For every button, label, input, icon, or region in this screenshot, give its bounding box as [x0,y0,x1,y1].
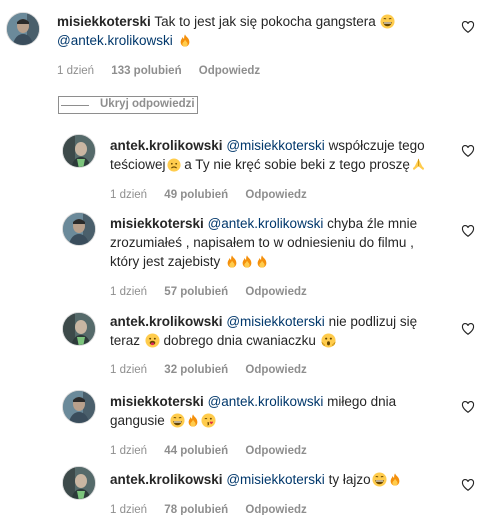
reply-likes[interactable]: 57 polubień [164,286,228,298]
like-heart-icon[interactable] [461,20,475,34]
comment-main: misiekkoterski Tak to jest jak się pokoc… [0,0,485,90]
reply-username[interactable]: antek.krolikowski [110,314,223,329]
reply-username[interactable]: antek.krolikowski [110,472,223,487]
reply-meta: 1 dzień 44 polubień Odpowiedz [110,445,321,457]
reply-body: chyba źle mnie [327,216,418,231]
avatar[interactable] [62,312,96,346]
reply-button[interactable]: Odpowiedz [245,286,306,298]
fire-emoji-icon [186,413,200,428]
reply-mention[interactable]: @antek.krolikowski [208,216,324,231]
reply-time[interactable]: 1 dzień [110,504,147,515]
reply-button[interactable]: Odpowiedz [245,445,306,457]
reply-body: współczuje tego [328,138,425,153]
reply-text: misiekkoterski @antek.krolikowski miłego… [110,392,450,430]
hide-replies-button[interactable]: Ukryj odpowiedzi [58,96,198,114]
reply-button[interactable]: Odpowiedz [245,364,306,376]
reply-body: dobrego dnia cwaniaczku [163,333,316,348]
like-heart-icon[interactable] [461,144,475,158]
grin-emoji-icon [372,472,387,487]
reply-button[interactable]: Odpowiedz [245,504,306,515]
avatar[interactable] [62,212,96,246]
avatar-image [63,313,96,346]
fire-emoji-icon [388,472,402,487]
reply-text: misiekkoterski @antek.krolikowski chyba … [110,214,450,271]
tongue-emoji-icon [145,333,160,348]
like-heart-icon[interactable] [461,224,475,238]
reply-username[interactable]: antek.krolikowski [110,138,223,153]
reply-body: gangusie [110,413,165,428]
reply-item: misiekkoterski @antek.krolikowski miłego… [0,386,485,464]
reply-text: antek.krolikowski @misiekkoterski współc… [110,136,450,174]
avatar-image [63,135,96,168]
reply-item: antek.krolikowski @misiekkoterski współc… [0,130,485,210]
reply-item: antek.krolikowski @misiekkoterski ty łaj… [0,464,485,515]
reply-meta: 1 dzień 78 polubień Odpowiedz [110,504,321,515]
reply-time[interactable]: 1 dzień [110,286,147,298]
like-heart-icon[interactable] [461,478,475,492]
comment-body: Tak to jest jak się pokocha gangstera [154,14,376,29]
reply-body: a Ty nie kręć sobie beki z tego proszę [184,157,410,172]
reply-body: nie podlizuj się [328,314,418,329]
grin-emoji-icon [380,14,395,29]
scream-emoji-icon [321,333,336,348]
avatar[interactable] [62,466,96,500]
reply-mention[interactable]: @misiekkoterski [226,314,324,329]
avatar-image [63,467,96,500]
fire-emoji-icon [255,254,269,269]
reply-mention[interactable]: @misiekkoterski [226,138,324,153]
reply-text: antek.krolikowski @misiekkoterski nie po… [110,312,450,350]
comment-mention[interactable]: @antek.krolikowski [57,33,173,48]
avatar-image [63,391,96,424]
reply-item: misiekkoterski @antek.krolikowski chyba … [0,210,485,310]
reply-mention[interactable]: @antek.krolikowski [208,394,324,409]
hide-replies-line [61,105,89,106]
reply-time[interactable]: 1 dzień [110,189,147,201]
reply-time[interactable]: 1 dzień [110,445,147,457]
reply-body: teściowej [110,157,166,172]
comment-time[interactable]: 1 dzień [57,65,94,77]
reply-likes[interactable]: 44 polubień [164,445,228,457]
reply-body: który jest zajebisty [110,254,221,269]
reply-button[interactable]: Odpowiedz [199,65,260,77]
comment-likes[interactable]: 133 polubień [111,65,181,77]
reply-body: ty łajzo [328,472,371,487]
fire-emoji-icon [178,33,192,48]
reply-time[interactable]: 1 dzień [110,364,147,376]
reply-button[interactable]: Odpowiedz [245,189,306,201]
fire-emoji-icon [225,254,239,269]
reply-likes[interactable]: 78 polubień [164,504,228,515]
reply-body: miłego dnia [327,394,397,409]
avatar[interactable] [62,134,96,168]
reply-mention[interactable]: @misiekkoterski [226,472,324,487]
comment-text: misiekkoterski Tak to jest jak się pokoc… [57,12,437,50]
reply-item: antek.krolikowski @misiekkoterski nie po… [0,308,485,388]
reply-username[interactable]: misiekkoterski [110,216,204,231]
reply-likes[interactable]: 49 polubień [164,189,228,201]
grin-emoji-icon [170,413,185,428]
hide-replies-label: Ukryj odpowiedzi [100,98,195,110]
avatar[interactable] [62,390,96,424]
kiss-emoji-icon [201,413,216,428]
reply-meta: 1 dzień 49 polubień Odpowiedz [110,189,321,201]
avatar-image [63,213,96,246]
reply-meta: 1 dzień 57 polubień Odpowiedz [110,286,321,298]
reply-body: zrozumiałeś , napisałem to w odniesieniu… [110,235,414,250]
avatar-image [7,13,40,46]
comment-username[interactable]: misiekkoterski [57,14,151,29]
like-heart-icon[interactable] [461,400,475,414]
reply-username[interactable]: misiekkoterski [110,394,204,409]
reply-body: teraz [110,333,141,348]
fire-emoji-icon [240,254,254,269]
pray-emoji-icon [411,157,426,172]
reply-text: antek.krolikowski @misiekkoterski ty łaj… [110,470,450,489]
sad-emoji-icon [167,158,181,172]
like-heart-icon[interactable] [461,322,475,336]
comment-meta: 1 dzień 133 polubień Odpowiedz [57,65,274,77]
avatar[interactable] [6,12,40,46]
reply-meta: 1 dzień 32 polubień Odpowiedz [110,364,321,376]
reply-likes[interactable]: 32 polubień [164,364,228,376]
